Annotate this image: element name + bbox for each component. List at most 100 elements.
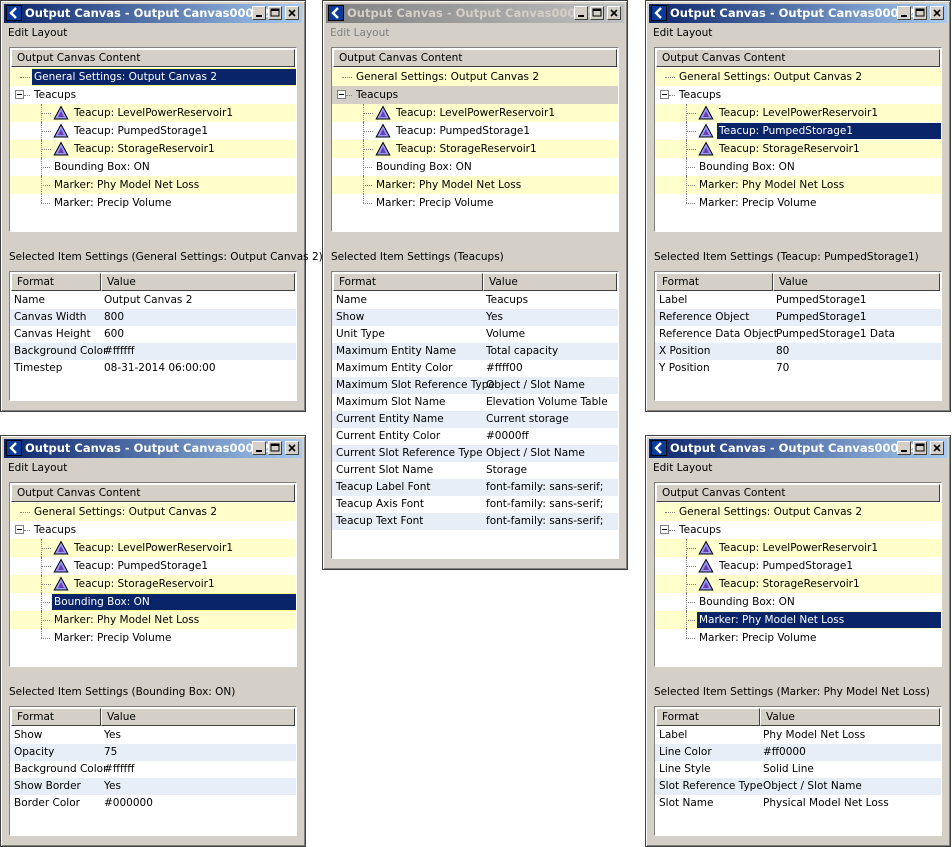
minimize-icon[interactable] xyxy=(574,6,588,20)
settings-row[interactable]: Border Color #000000 xyxy=(10,795,296,812)
tree-item-teacups[interactable]: Teacups xyxy=(332,86,618,104)
tree-item-teacup2[interactable]: Teacup: PumpedStorage1 xyxy=(655,557,941,575)
collapse-icon[interactable] xyxy=(15,525,24,534)
selected-item-settings-table[interactable]: Format Value Label PumpedStorage1 Reference … xyxy=(654,271,942,401)
setting-value[interactable]: font-family: sans-serif; xyxy=(486,496,603,513)
setting-value[interactable]: #0000ff xyxy=(486,428,529,445)
setting-value[interactable]: Yes xyxy=(104,778,121,795)
setting-value[interactable]: font-family: sans-serif; xyxy=(486,479,603,496)
setting-value[interactable]: Solid Line xyxy=(763,761,814,778)
setting-value[interactable]: Total capacity xyxy=(486,343,558,360)
minimize-icon[interactable] xyxy=(252,6,266,20)
selected-item-settings-table[interactable]: Format Value Name Output Canvas 2 Canvas Wid… xyxy=(9,271,297,401)
menu-edit-layout[interactable]: Edit Layout xyxy=(653,460,712,476)
tree-item-teacup3[interactable]: Teacup: StorageReservoir1 xyxy=(655,575,941,593)
collapse-icon[interactable] xyxy=(660,90,669,99)
settings-row[interactable]: Canvas Width 800 xyxy=(10,309,296,326)
output-canvas-window[interactable]: Output Canvas - Output Canvas00002 Edit L… xyxy=(645,435,951,847)
tree-item-teacup1[interactable]: Teacup: LevelPowerReservoir1 xyxy=(10,539,296,557)
settings-row[interactable]: Label Phy Model Net Loss xyxy=(655,727,941,744)
settings-row[interactable]: Background Color #ffffff xyxy=(10,343,296,360)
title-bar[interactable]: Output Canvas - Output Canvas00002 xyxy=(649,4,947,23)
tree-item-teacup1[interactable]: Teacup: LevelPowerReservoir1 xyxy=(655,539,941,557)
setting-value[interactable]: 70 xyxy=(776,360,789,377)
settings-row[interactable]: Timestep 08-31-2014 06:00:00 xyxy=(10,360,296,377)
settings-row[interactable]: Y Position 70 xyxy=(655,360,941,377)
settings-row[interactable]: Line Style Solid Line xyxy=(655,761,941,778)
settings-row[interactable]: Slot Reference Type Object / Slot Name xyxy=(655,778,941,795)
tree-item-teacups[interactable]: Teacups xyxy=(10,86,296,104)
column-header-value[interactable]: Value xyxy=(773,273,940,291)
maximize-icon[interactable] xyxy=(590,6,604,20)
setting-value[interactable]: Yes xyxy=(104,727,121,744)
tree-item-teacup1[interactable]: Teacup: LevelPowerReservoir1 xyxy=(655,104,941,122)
title-bar[interactable]: Output Canvas - Output Canvas00002 xyxy=(4,439,302,458)
column-header-value[interactable]: Value xyxy=(101,273,295,291)
title-bar[interactable]: Output Canvas - Output Canvas00002 xyxy=(326,4,624,23)
column-header-value[interactable]: Value xyxy=(101,708,295,726)
settings-row[interactable]: Unit Type Volume xyxy=(332,326,618,343)
settings-row[interactable]: Slot Name Physical Model Net Loss xyxy=(655,795,941,812)
setting-value[interactable]: PumpedStorage1 xyxy=(776,292,867,309)
title-bar[interactable]: Output Canvas - Output Canvas00002 xyxy=(649,439,947,458)
column-header-format[interactable]: Format xyxy=(11,273,101,291)
setting-value[interactable]: #ffff00 xyxy=(486,360,523,377)
settings-row[interactable]: Current Entity Name Current storage xyxy=(332,411,618,428)
tree-item-teacups[interactable]: Teacups xyxy=(10,521,296,539)
setting-value[interactable]: Object / Slot Name xyxy=(486,445,585,462)
settings-row[interactable]: Reference Data Object PumpedStorage1 Data xyxy=(655,326,941,343)
title-bar[interactable]: Output Canvas - Output Canvas00002 xyxy=(4,4,302,23)
setting-value[interactable]: 75 xyxy=(104,744,117,761)
tree-item-marker1[interactable]: Marker: Phy Model Net Loss xyxy=(332,176,618,194)
close-icon[interactable] xyxy=(607,6,621,20)
tree-item-teacup2[interactable]: Teacup: PumpedStorage1 xyxy=(332,122,618,140)
setting-value[interactable]: 08-31-2014 06:00:00 xyxy=(104,360,216,377)
output-canvas-window[interactable]: Output Canvas - Output Canvas00002 Edit L… xyxy=(645,0,951,412)
output-canvas-content-tree[interactable]: Output Canvas Content General Settings: O… xyxy=(9,482,297,667)
tree-item-bbox[interactable]: Bounding Box: ON xyxy=(655,593,941,611)
menu-edit-layout[interactable]: Edit Layout xyxy=(8,25,67,41)
tree-item-general[interactable]: General Settings: Output Canvas 2 xyxy=(10,503,296,521)
tree-item-marker2[interactable]: Marker: Precip Volume xyxy=(655,629,941,647)
column-header-format[interactable]: Format xyxy=(333,273,483,291)
tree-item-marker2[interactable]: Marker: Precip Volume xyxy=(332,194,618,212)
selected-item-settings-table[interactable]: Format Value Label Phy Model Net Loss Line C… xyxy=(654,706,942,836)
settings-row[interactable]: Show Yes xyxy=(10,727,296,744)
settings-row[interactable]: Name Output Canvas 2 xyxy=(10,292,296,309)
setting-value[interactable]: PumpedStorage1 xyxy=(776,309,867,326)
settings-row[interactable]: Reference Object PumpedStorage1 xyxy=(655,309,941,326)
settings-row[interactable]: Current Entity Color #0000ff xyxy=(332,428,618,445)
settings-row[interactable]: Name Teacups xyxy=(332,292,618,309)
tree-item-general[interactable]: General Settings: Output Canvas 2 xyxy=(655,503,941,521)
tree-item-teacups[interactable]: Teacups xyxy=(655,521,941,539)
settings-row[interactable]: Maximum Entity Color #ffff00 xyxy=(332,360,618,377)
menu-edit-layout[interactable]: Edit Layout xyxy=(330,25,389,41)
menu-edit-layout[interactable]: Edit Layout xyxy=(653,25,712,41)
close-icon[interactable] xyxy=(285,441,299,455)
tree-item-teacup2[interactable]: Teacup: PumpedStorage1 xyxy=(10,122,296,140)
settings-row[interactable]: Current Slot Name Storage xyxy=(332,462,618,479)
column-header-value[interactable]: Value xyxy=(483,273,617,291)
collapse-icon[interactable] xyxy=(15,90,24,99)
tree-item-teacup2[interactable]: Teacup: PumpedStorage1 xyxy=(655,122,941,140)
tree-item-teacup2[interactable]: Teacup: PumpedStorage1 xyxy=(10,557,296,575)
selected-item-settings-table[interactable]: Format Value Show Yes Opacity 75 Background Co… xyxy=(9,706,297,836)
maximize-icon[interactable] xyxy=(268,6,282,20)
settings-row[interactable]: Line Color #ff0000 xyxy=(655,744,941,761)
tree-item-bbox[interactable]: Bounding Box: ON xyxy=(655,158,941,176)
tree-item-general[interactable]: General Settings: Output Canvas 2 xyxy=(332,68,618,86)
tree-item-bbox[interactable]: Bounding Box: ON xyxy=(332,158,618,176)
tree-item-teacup3[interactable]: Teacup: StorageReservoir1 xyxy=(332,140,618,158)
setting-value[interactable]: Volume xyxy=(486,326,525,343)
settings-row[interactable]: Background Color #ffffff xyxy=(10,761,296,778)
tree-item-marker1[interactable]: Marker: Phy Model Net Loss xyxy=(10,176,296,194)
tree-item-marker2[interactable]: Marker: Precip Volume xyxy=(10,194,296,212)
settings-row[interactable]: X Position 80 xyxy=(655,343,941,360)
output-canvas-content-tree[interactable]: Output Canvas Content General Settings: O… xyxy=(654,482,942,667)
output-canvas-content-tree[interactable]: Output Canvas Content General Settings: O… xyxy=(654,47,942,232)
output-canvas-content-tree[interactable]: Output Canvas Content General Settings: O… xyxy=(331,47,619,232)
setting-value[interactable]: #ff0000 xyxy=(763,744,806,761)
setting-value[interactable]: Output Canvas 2 xyxy=(104,292,192,309)
column-header-format[interactable]: Format xyxy=(656,273,773,291)
setting-value[interactable]: Object / Slot Name xyxy=(486,377,585,394)
